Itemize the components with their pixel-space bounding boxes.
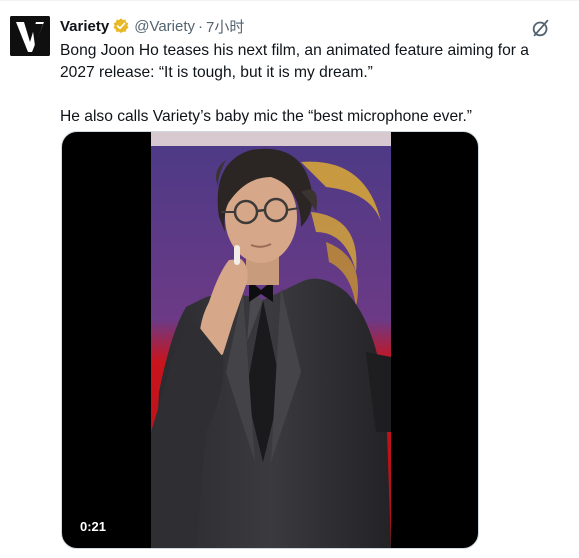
author-handle[interactable]: @Variety <box>134 18 195 35</box>
video-player[interactable]: 0:21 <box>61 131 479 549</box>
avatar[interactable] <box>10 16 50 56</box>
grok-icon[interactable] <box>530 17 552 39</box>
video-duration: 0:21 <box>74 517 113 536</box>
video-still-image <box>151 132 391 548</box>
tweet-paragraph: Bong Joon Ho teases his next film, an an… <box>60 42 529 81</box>
timestamp[interactable]: 7小时 <box>206 16 244 37</box>
tweet-text: Bong Joon Ho teases his next film, an an… <box>60 40 565 128</box>
tweet-header: Variety @Variety · 7小时 <box>60 15 244 37</box>
divider <box>0 0 579 1</box>
author-name[interactable]: Variety <box>60 18 109 35</box>
variety-logo <box>10 16 50 56</box>
tweet-card[interactable]: Variety @Variety · 7小时 Bong Joon Ho teas… <box>0 0 579 558</box>
separator-dot: · <box>198 17 204 35</box>
video-frame[interactable] <box>151 132 391 548</box>
verified-badge-icon <box>113 18 129 34</box>
tweet-paragraph: He also calls Variety’s baby mic the “be… <box>60 108 472 125</box>
